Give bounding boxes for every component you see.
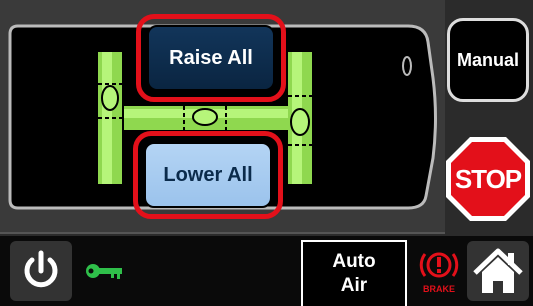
power-icon (24, 250, 58, 288)
auto-air-line1: Auto (332, 251, 376, 272)
lower-all-button[interactable]: Lower All (144, 142, 272, 208)
home-button[interactable] (467, 241, 529, 301)
brake-indicator: BRAKE (414, 246, 464, 300)
raise-all-highlight: Raise All (136, 14, 286, 102)
raise-all-button[interactable]: Raise All (147, 25, 275, 91)
lower-all-highlight: Lower All (133, 131, 283, 219)
brake-label: BRAKE (422, 284, 455, 294)
power-button[interactable] (10, 241, 72, 301)
brake-warning-icon (419, 252, 459, 278)
stop-label: STOP (454, 163, 522, 194)
auto-air-button[interactable]: Auto Air (301, 240, 407, 306)
auto-air-line2: Air (340, 275, 368, 296)
key-icon (86, 264, 122, 279)
stop-button[interactable]: STOP (444, 135, 532, 223)
home-icon (473, 248, 523, 293)
leveling-panel: Raise All Lower All (0, 0, 445, 234)
manual-button[interactable]: Manual (447, 18, 529, 102)
